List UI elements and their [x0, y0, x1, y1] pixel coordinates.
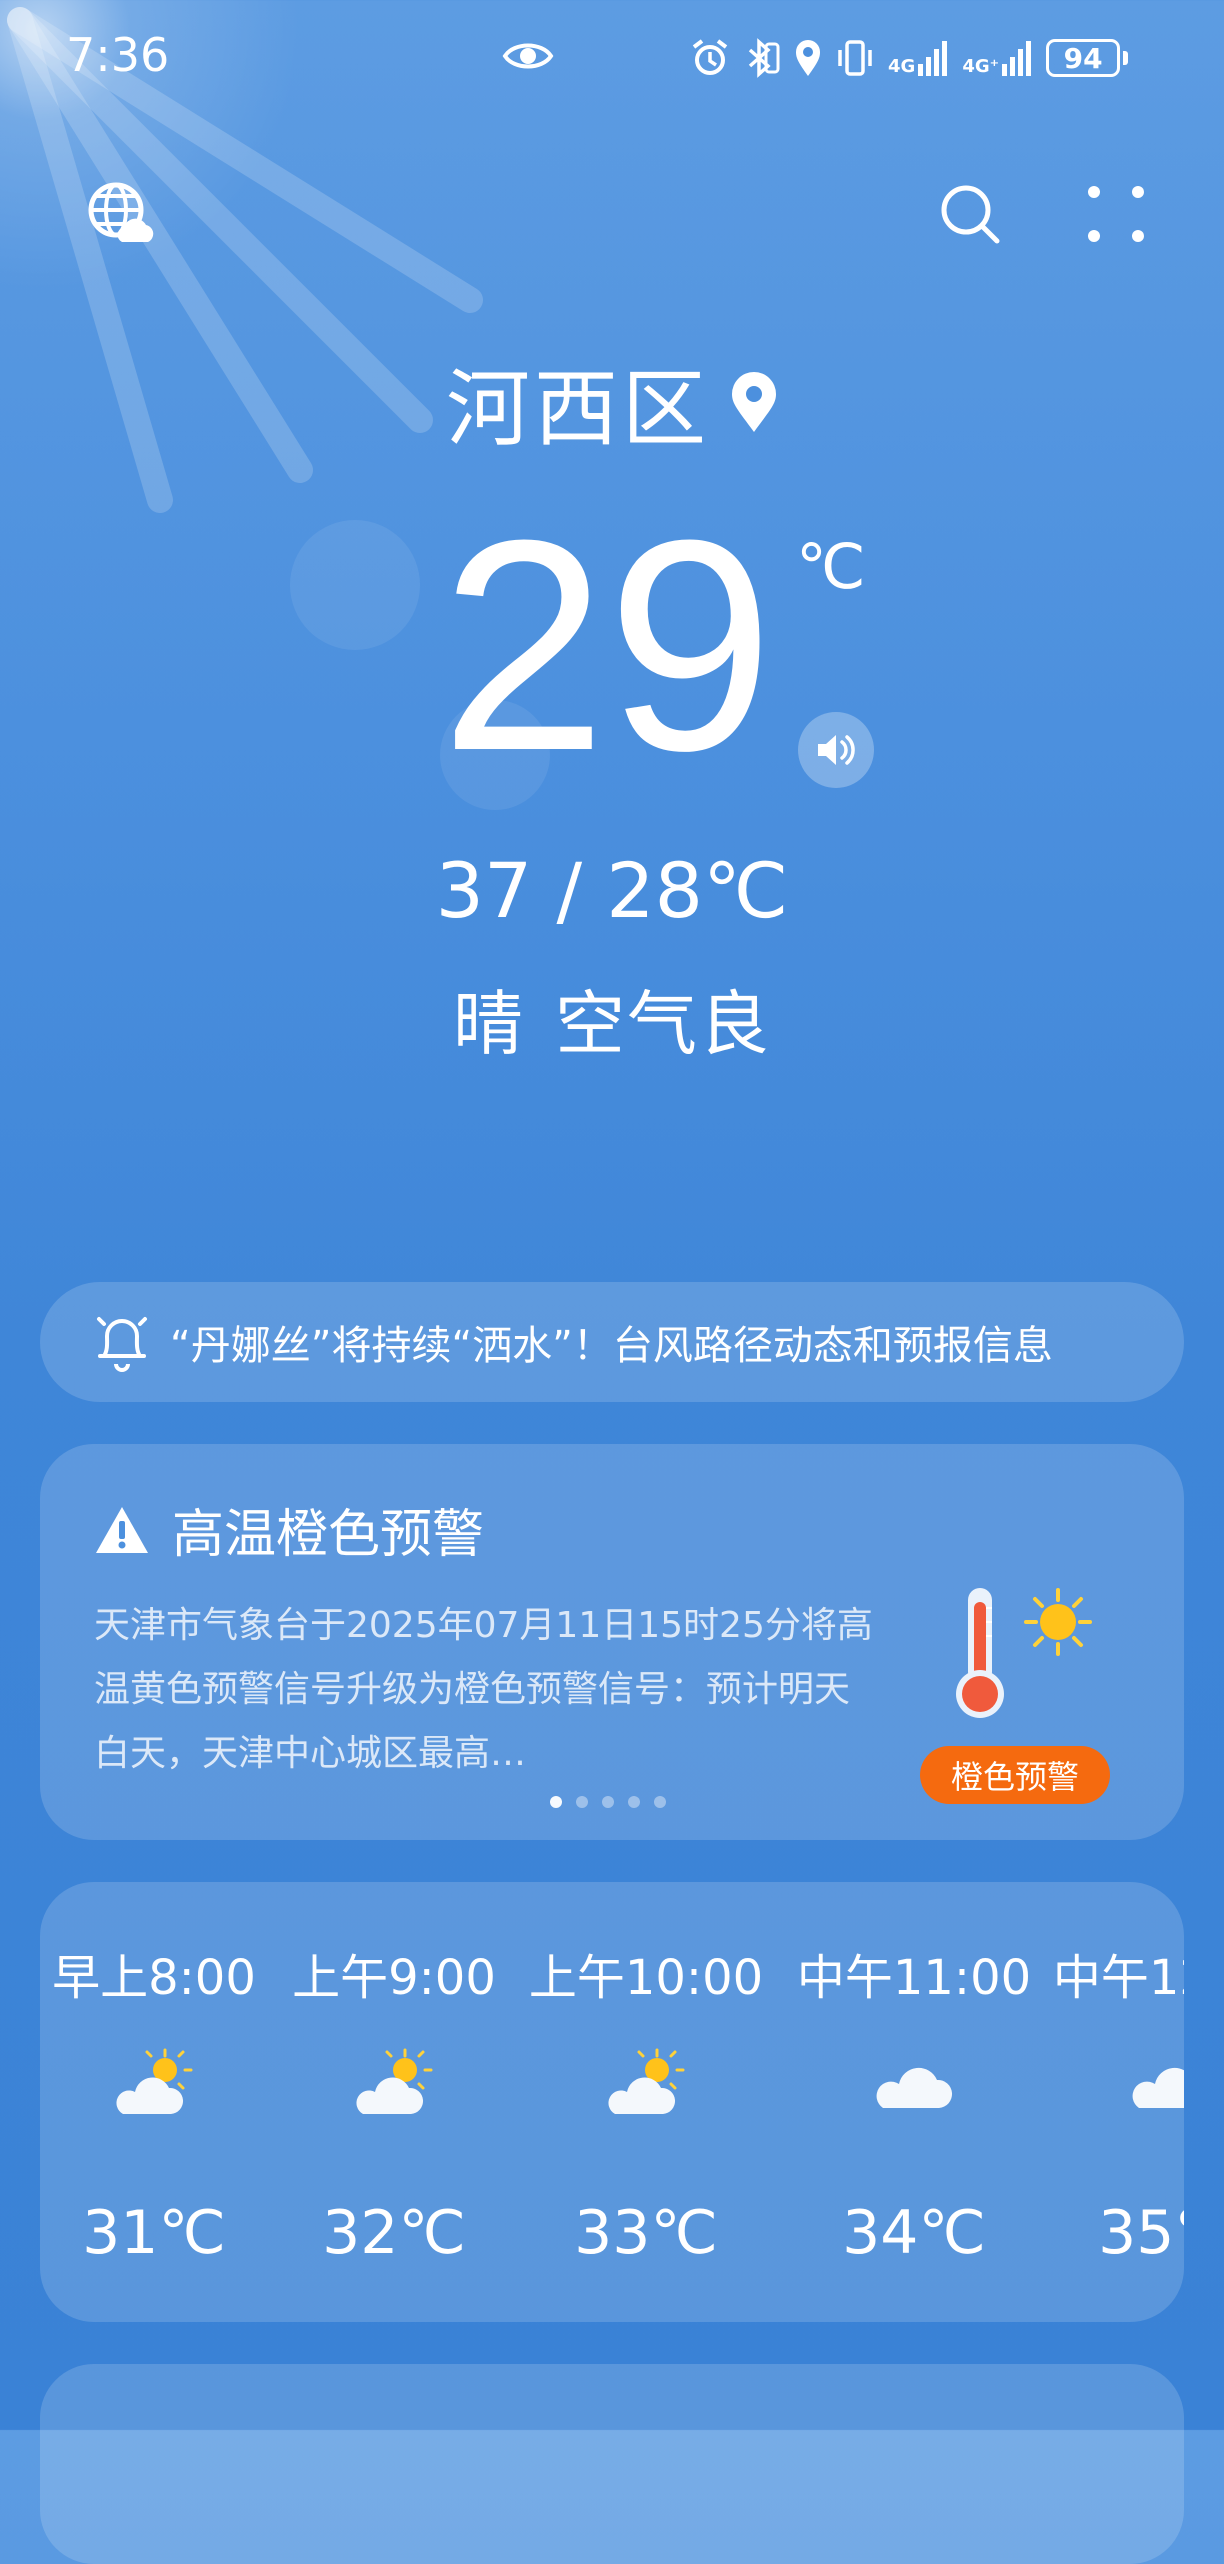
hour-label: 上午9:00 [292, 1950, 496, 2006]
status-time: 7:36 [66, 28, 170, 82]
hourly-item[interactable]: 中午12:00 35℃ [1040, 1882, 1184, 2322]
warning-body: 天津市气象台于2025年07月11日15时25分将高温黄色预警信号升级为橙色预警… [94, 1605, 873, 1774]
page-dot [576, 1796, 588, 1808]
hourly-item[interactable]: 上午10:00 33℃ [516, 1882, 776, 2322]
hour-temperature: 33℃ [574, 2198, 718, 2268]
bokeh-decoration [290, 520, 420, 650]
hourly-item[interactable]: 早上8:00 31℃ [40, 1882, 284, 2322]
hourly-forecast[interactable]: 早上8:00 31℃ 上午9:00 32℃ 上午10:00 33℃ 中午11:0… [40, 1882, 1184, 2322]
hour-label: 上午10:00 [528, 1950, 764, 2006]
location-pin-icon [732, 371, 776, 432]
next-section-card[interactable] [40, 2364, 1184, 2564]
hour-temperature: 35℃ [1098, 2198, 1184, 2268]
status-icons: 4G 4G⁺ 94 [690, 36, 1129, 80]
air-quality: 空气良 [555, 983, 771, 1065]
partly-sunny-icon [601, 2044, 691, 2128]
eye-comfort-icon [502, 38, 554, 78]
more-dots-icon [1088, 186, 1144, 242]
signal-bars-icon [1002, 41, 1032, 76]
hour-temperature: 32℃ [322, 2198, 466, 2268]
warning-card[interactable]: 高温橙色预警 天津市气象台于2025年07月11日15时25分将高温黄色预警信号… [40, 1444, 1184, 1840]
status-bar: 7:36 4G 4G⁺ 94 [0, 0, 1224, 118]
battery-level: 94 [1063, 41, 1103, 75]
hour-label: 中午11:00 [796, 1950, 1032, 2006]
page-dot [654, 1796, 666, 1808]
warning-level-badge: 橙色预警 [920, 1746, 1110, 1804]
speaker-icon [818, 735, 855, 765]
hour-label: 早上8:00 [52, 1950, 256, 2006]
hour-label: 中午12:00 [1052, 1950, 1184, 2006]
signal-bars-icon [918, 41, 948, 76]
location-icon [796, 40, 820, 76]
warning-title: 高温橙色预警 [172, 1505, 485, 1565]
battery-indicator: 94 [1046, 39, 1129, 77]
bell-icon [97, 1317, 147, 1372]
page-dot [628, 1796, 640, 1808]
alarm-icon [692, 39, 728, 75]
cloud-icon [1125, 2044, 1184, 2128]
page-dot [602, 1796, 614, 1808]
hour-temperature: 31℃ [82, 2198, 226, 2268]
vibrate-icon [838, 40, 872, 76]
search-button[interactable] [938, 182, 1002, 250]
warning-icon [96, 1506, 148, 1553]
cloud-icon [869, 2044, 959, 2128]
hour-temperature: 34℃ [842, 2198, 986, 2268]
more-button[interactable] [1086, 184, 1146, 248]
signal-2: 4G⁺ [962, 40, 1032, 76]
signal-1: 4G [888, 40, 948, 76]
search-icon [941, 185, 1000, 244]
partly-sunny-icon [349, 2044, 439, 2128]
hourly-item[interactable]: 上午9:00 32℃ [264, 1882, 524, 2322]
location-header[interactable]: 河西区 [0, 342, 1224, 463]
city-manage-globe-icon[interactable] [86, 180, 156, 254]
location-name: 河西区 [445, 360, 710, 458]
bluetooth-icon [748, 38, 780, 78]
weather-condition: 晴 [453, 983, 525, 1065]
temperature-range: 37 / 28℃ [435, 846, 789, 935]
temperature-unit: ℃ [796, 530, 866, 603]
news-ticker[interactable]: “丹娜丝”将持续“洒水”！台风路径动态和预报信息 [40, 1282, 1184, 1402]
weather-summary: 晴 空气良 [0, 968, 1224, 1069]
warning-page-indicator [550, 1796, 666, 1808]
thermometer-sun-icon [940, 1582, 1100, 1726]
partly-sunny-icon [109, 2044, 199, 2128]
page-dot [550, 1796, 562, 1808]
hourly-item[interactable]: 中午11:00 34℃ [784, 1882, 1044, 2322]
signal-1-label: 4G [888, 56, 916, 77]
current-temperature: 29 [440, 477, 774, 813]
warning-header: 高温橙色预警 [94, 1492, 484, 1567]
news-headline: “丹娜丝”将持续“洒水”！台风路径动态和预报信息 [170, 1323, 1053, 1369]
voice-broadcast-button[interactable] [798, 712, 874, 788]
signal-2-label: 4G⁺ [962, 56, 1000, 77]
